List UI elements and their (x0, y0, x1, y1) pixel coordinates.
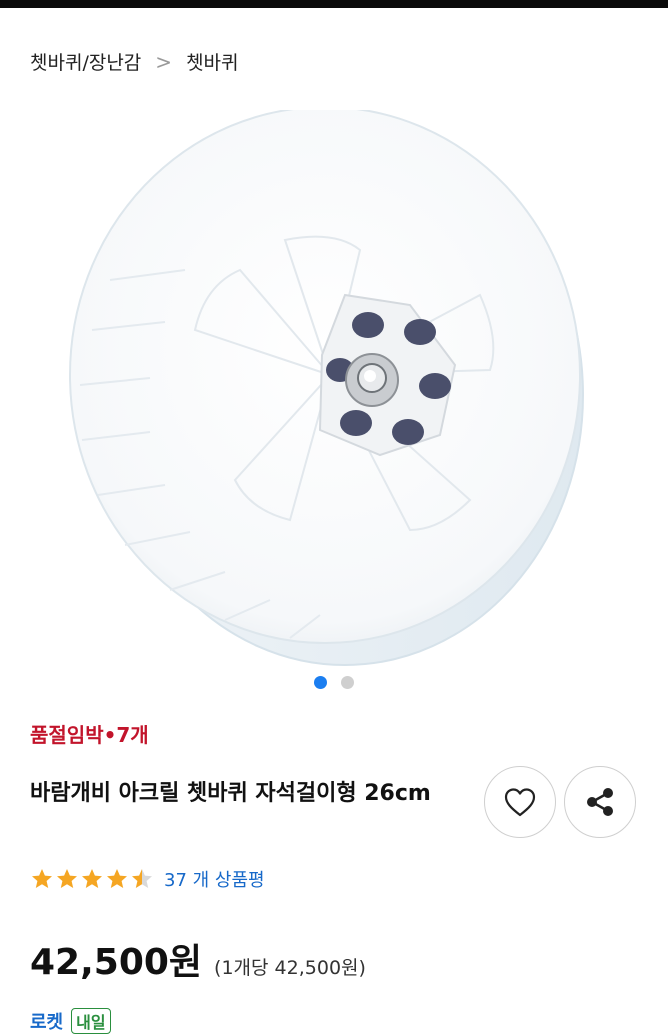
status-bar (0, 0, 668, 8)
breadcrumb-current[interactable]: 쳇바퀴 (186, 48, 238, 75)
hamster-wheel-image (69, 106, 584, 666)
breadcrumb-parent[interactable]: 쳇바퀴/장난감 (30, 48, 141, 75)
breadcrumb-separator: > (155, 49, 173, 74)
breadcrumb: 쳇바퀴/장난감 > 쳇바퀴 (30, 48, 239, 75)
unit-price: (1개당 42,500원) (214, 957, 366, 979)
share-button[interactable] (564, 766, 636, 838)
price-amount: 42,500원 (30, 942, 203, 983)
tomorrow-badge: 내일 (71, 1008, 111, 1034)
image-pagination (0, 676, 668, 689)
share-icon (587, 788, 613, 816)
star-icon (32, 869, 52, 888)
product-image[interactable] (0, 106, 668, 670)
pagination-dot[interactable] (341, 676, 354, 689)
rating-row[interactable]: 37 개 상품평 (30, 866, 265, 892)
star-icon (107, 869, 127, 888)
star-icon (132, 869, 152, 888)
pagination-dot-active[interactable] (314, 676, 327, 689)
rocket-label: 로켓 (30, 1012, 64, 1033)
stock-warning-badge: 품절임박•7개 (30, 723, 149, 747)
heart-icon (504, 788, 536, 817)
star-icon (82, 869, 102, 888)
product-title: 바람개비 아크릴 쳇바퀴 자석걸이형 26cm (30, 781, 431, 806)
review-count-link[interactable]: 37 개 상품평 (164, 866, 265, 892)
star-rating (30, 867, 154, 891)
delivery-badge: 로켓 내일 (30, 1008, 111, 1034)
wishlist-button[interactable] (484, 766, 556, 838)
star-icon (57, 869, 77, 888)
price-row: 42,500원 (1개당 42,500원) (30, 933, 366, 985)
